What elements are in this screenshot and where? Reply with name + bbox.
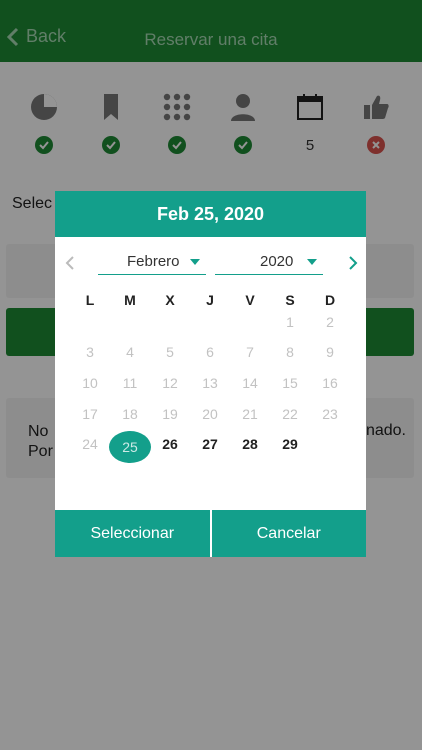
- calendar-day: 4: [126, 344, 134, 360]
- dialog-actions: Seleccionar Cancelar: [55, 510, 366, 557]
- calendar-day: 10: [82, 375, 98, 391]
- weekday-label: S: [285, 292, 295, 308]
- calendar-day: 15: [282, 375, 298, 391]
- calendar-day: 14: [242, 375, 258, 391]
- next-month-button[interactable]: [348, 255, 358, 276]
- calendar-day: 12: [162, 375, 178, 391]
- calendar-day: 1: [286, 314, 294, 330]
- calendar-day: 8: [286, 344, 294, 360]
- calendar-day: 7: [246, 344, 254, 360]
- calendar-day: 24: [82, 436, 98, 452]
- cancel-button[interactable]: Cancelar: [212, 510, 367, 557]
- weekday-label: J: [206, 292, 214, 308]
- year-value: 2020: [260, 253, 294, 270]
- calendar-day: 5: [166, 344, 174, 360]
- calendar-day: 20: [202, 406, 218, 422]
- select-button[interactable]: Seleccionar: [55, 510, 210, 557]
- selected-date-title: Feb 25, 2020: [55, 191, 366, 237]
- calendar-day: 6: [206, 344, 214, 360]
- weekday-label: M: [124, 292, 136, 308]
- calendar-day: 2: [326, 314, 334, 330]
- calendar-day-selected[interactable]: 25: [109, 431, 151, 463]
- calendar-day: 18: [122, 406, 138, 422]
- calendar-day[interactable]: 29: [270, 429, 310, 459]
- calendar-day: 17: [82, 406, 98, 422]
- weekday-label: X: [165, 292, 175, 308]
- weekday-label: L: [85, 292, 95, 308]
- calendar-day: 19: [162, 406, 178, 422]
- weekday-label: D: [324, 292, 336, 308]
- prev-month-button[interactable]: [65, 255, 75, 276]
- chevron-left-icon: [65, 256, 74, 270]
- calendar-day: 13: [202, 375, 218, 391]
- date-picker-dialog: Feb 25, 2020 Febrero 2020 LMXJVSD 123456…: [55, 191, 366, 557]
- month-select[interactable]: Febrero: [98, 249, 206, 275]
- calendar-day: 11: [122, 375, 138, 391]
- calendar-day: 3: [86, 344, 94, 360]
- calendar-day[interactable]: 27: [190, 429, 230, 459]
- calendar-day: 16: [322, 375, 338, 391]
- chevron-right-icon: [349, 256, 358, 270]
- calendar-day: 9: [326, 344, 334, 360]
- year-select[interactable]: 2020: [215, 249, 323, 275]
- calendar-day[interactable]: 28: [230, 429, 270, 459]
- caret-down-icon: [190, 259, 200, 265]
- month-value: Febrero: [127, 253, 180, 270]
- calendar-day: 21: [242, 406, 258, 422]
- calendar-day[interactable]: 26: [150, 429, 190, 459]
- calendar-day: 23: [322, 406, 338, 422]
- weekday-label: V: [245, 292, 255, 308]
- caret-down-icon: [307, 259, 317, 265]
- calendar-day: 22: [282, 406, 298, 422]
